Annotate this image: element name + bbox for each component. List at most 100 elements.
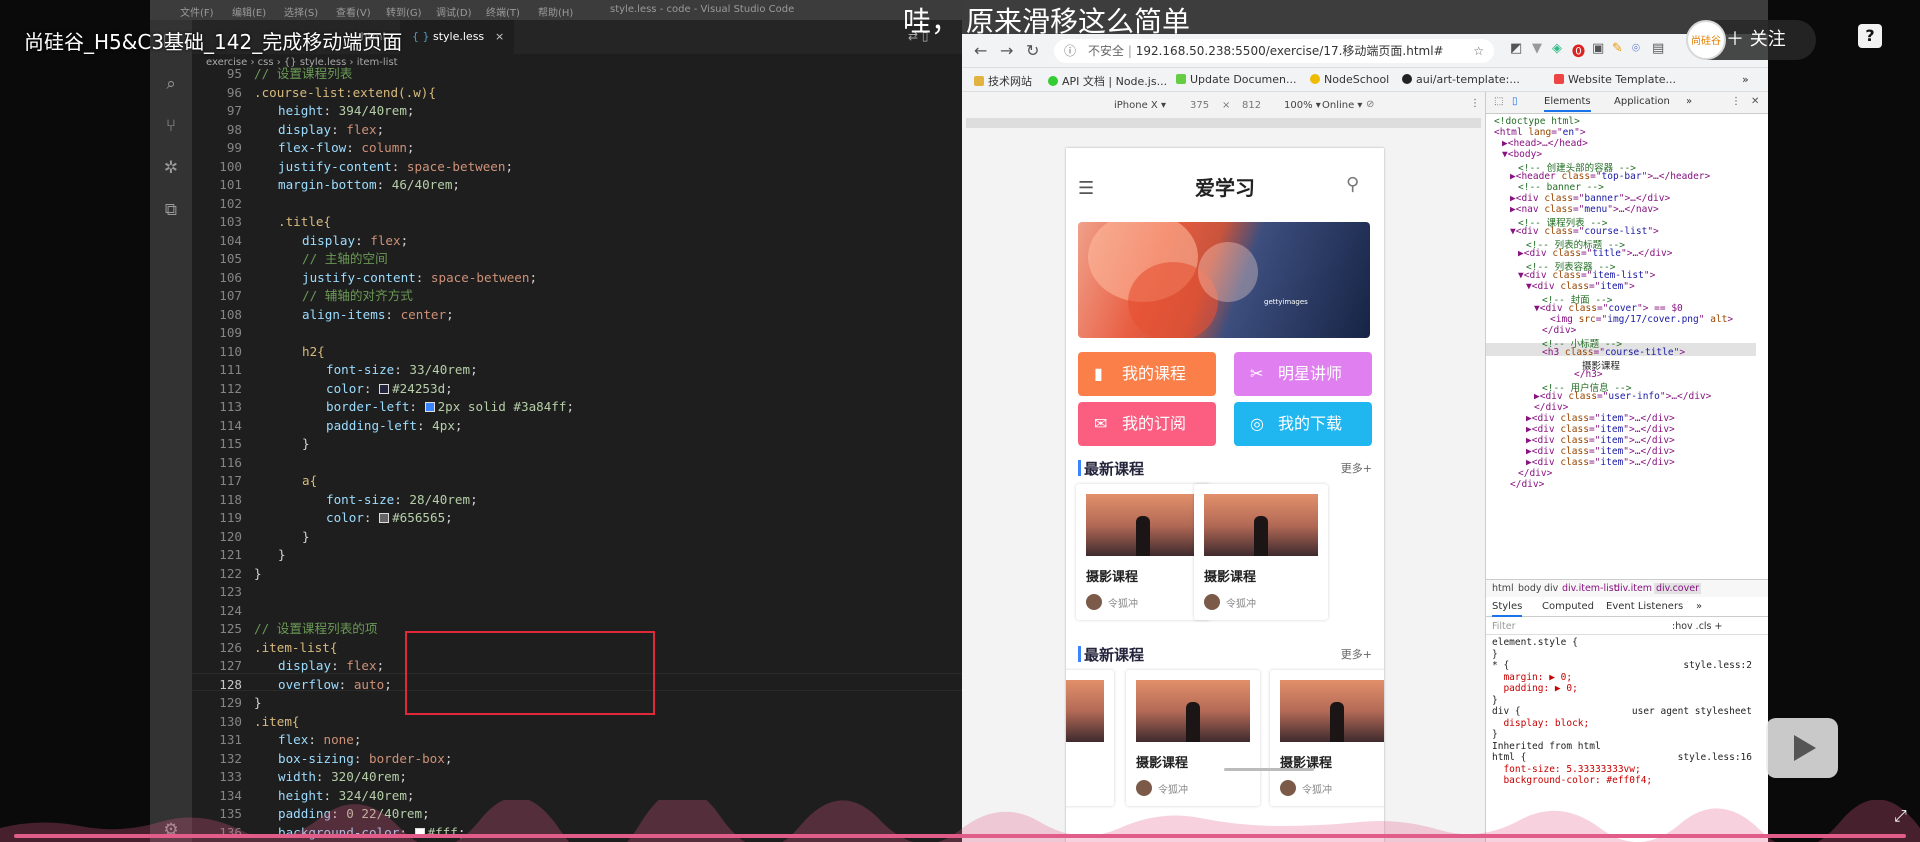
menu-terminal[interactable]: 终端(T) [486, 4, 520, 19]
tile-my-courses[interactable]: ▮ 我的课程 [1078, 352, 1216, 396]
dom-node[interactable]: ▶<div class="banner">…</div> [1510, 193, 1670, 204]
extension-icon[interactable]: ⓿ [1572, 41, 1585, 60]
search-icon[interactable]: ⌕ [161, 74, 181, 94]
reload-icon[interactable]: ↻ [1026, 41, 1039, 60]
crumb[interactable]: html [1492, 583, 1514, 594]
dom-node[interactable]: ▶<head>…</head> [1502, 138, 1588, 149]
dom-node[interactable]: </h3> [1574, 369, 1603, 380]
forward-icon[interactable]: → [1000, 41, 1013, 60]
star-icon[interactable]: ☆ [1473, 39, 1484, 63]
url-bar[interactable]: ⓘ 不安全 | 192.168.50.238:5500/exercise/17.… [1054, 39, 1494, 63]
back-icon[interactable]: ← [974, 41, 987, 60]
dom-node[interactable]: </div> [1542, 325, 1576, 336]
dom-node[interactable]: ▼<div class="cover"> == $0 [1534, 303, 1683, 314]
dom-node[interactable]: ▶<div class="item">…</div> [1526, 446, 1675, 457]
dom-node[interactable]: <!doctype html> [1494, 116, 1580, 127]
rotate-icon[interactable]: ⊘ [1366, 99, 1374, 110]
close-icon[interactable]: × [495, 20, 504, 54]
extension-icon[interactable]: ▼ [1532, 41, 1542, 56]
tab-styles[interactable]: Styles [1492, 601, 1523, 617]
banner-image[interactable]: gettyimages [1078, 222, 1370, 338]
extensions-icon[interactable]: ⧉ [161, 200, 181, 220]
dom-node[interactable]: ▶<div class="item">…</div> [1526, 424, 1675, 435]
crumb[interactable]: div [1544, 583, 1558, 594]
dom-node[interactable]: </div> [1534, 402, 1568, 413]
source-control-icon[interactable]: ⑂ [161, 116, 181, 136]
course-item[interactable]: 摄影课程 令狐冲 [1270, 670, 1384, 806]
course-item[interactable] [1066, 670, 1114, 806]
more-options-icon[interactable]: ⋮ [1470, 98, 1480, 109]
style-source-link[interactable]: style.less:2 [1683, 660, 1752, 671]
tab-style-less[interactable]: { } style.less × [400, 20, 515, 54]
more-bookmarks-icon[interactable]: » [1742, 73, 1749, 86]
device-width[interactable]: 375 [1190, 100, 1209, 111]
dom-node[interactable]: ▶<div class="user-info">…</div> [1534, 391, 1711, 402]
channel-avatar[interactable]: 尚硅谷 [1686, 20, 1726, 60]
menu-selection[interactable]: 选择(S) [284, 4, 318, 19]
inspect-icon[interactable]: ⬚ [1494, 96, 1503, 107]
dom-node[interactable]: ▶<div class="item">…</div> [1526, 457, 1675, 468]
crumb[interactable]: div.item-list [1562, 583, 1617, 594]
devtools-menu-icon[interactable]: ⋮ [1731, 96, 1741, 107]
dom-node[interactable]: ▼<body> [1502, 149, 1542, 160]
tile-star-teachers[interactable]: ✂ 明星讲师 [1234, 352, 1372, 396]
tab-elements[interactable]: Elements [1544, 96, 1591, 112]
tab-event-listeners[interactable]: Event Listeners [1606, 601, 1683, 612]
bookmark-item[interactable]: Update Documen... [1176, 73, 1297, 86]
tile-my-downloads[interactable]: ◎ 我的下载 [1234, 402, 1372, 446]
filter-tools[interactable]: :hov .cls + [1672, 621, 1723, 632]
tab-application[interactable]: Application [1614, 96, 1670, 107]
device-select[interactable]: iPhone X ▾ [1114, 100, 1166, 111]
dom-node[interactable]: <html lang="en"> [1494, 127, 1586, 138]
bookmark-item[interactable]: 技术网站 [974, 73, 1032, 89]
horizontal-scrollbar[interactable] [1224, 768, 1314, 771]
fullscreen-icon[interactable]: ⤢ [1894, 806, 1907, 826]
color-swatch[interactable] [379, 513, 390, 523]
color-swatch[interactable] [424, 402, 435, 412]
dom-node[interactable]: </div> [1518, 468, 1552, 479]
menu-debug[interactable]: 调试(D) [436, 4, 472, 19]
more-link[interactable]: 更多+ [1341, 460, 1372, 476]
crumb[interactable]: body [1518, 583, 1542, 594]
menu-edit[interactable]: 编辑(E) [232, 4, 266, 19]
code-editor[interactable]: 95 // 设置课程列表 96 .course-list:extend(.w){97 h… [192, 66, 962, 842]
network-select[interactable]: Online ▾ [1322, 100, 1362, 111]
extension-icon[interactable]: ⌾ [1632, 41, 1640, 56]
dom-node[interactable]: ▼<div class="course-list"> [1510, 226, 1659, 237]
bookmark-item[interactable]: aui/art-template:... [1402, 73, 1520, 86]
dom-node[interactable]: <img src="img/17/cover.png" alt> [1550, 314, 1733, 325]
style-source-link[interactable]: user agent stylesheet [1632, 706, 1752, 717]
tv-play-icon[interactable] [1766, 718, 1838, 778]
color-swatch[interactable] [379, 383, 390, 394]
bookmark-item[interactable]: API 文档 | Node.js... [1048, 73, 1167, 89]
dom-node[interactable]: ▶<div class="item">…</div> [1526, 413, 1675, 424]
info-icon[interactable]: ⓘ [1064, 39, 1076, 63]
dom-tree[interactable]: <!doctype html> <html lang="en"> ▶<head>…<… [1486, 116, 1756, 586]
extension-icon[interactable]: ▤ [1652, 41, 1664, 56]
style-source-link[interactable]: style.less:16 [1678, 752, 1752, 763]
video-progress-bar[interactable] [14, 834, 1906, 838]
filter-input[interactable]: Filter [1492, 621, 1516, 632]
dom-node[interactable]: ▼<div class="item-list"> [1518, 270, 1655, 281]
menu-file[interactable]: 文件(F) [180, 4, 214, 19]
zoom-select[interactable]: 100% ▾ [1284, 100, 1321, 111]
menu-goto[interactable]: 转到(G) [386, 4, 422, 19]
menu-help[interactable]: 帮助(H) [538, 4, 573, 19]
help-icon[interactable]: ? [1858, 24, 1882, 48]
course-item[interactable]: 摄影课程 令狐冲 [1076, 484, 1210, 620]
more-tabs[interactable]: » [1686, 96, 1692, 107]
course-item[interactable]: 摄影课程 令狐冲 [1126, 670, 1260, 806]
extension-icon[interactable]: ✎ [1612, 41, 1623, 56]
breadcrumb-item[interactable]: item-list [357, 57, 398, 68]
crumb[interactable]: div.item [1614, 583, 1652, 594]
course-item[interactable]: 摄影课程 令狐冲 [1194, 484, 1328, 620]
menu-view[interactable]: 查看(V) [336, 4, 371, 19]
device-height[interactable]: 812 [1242, 100, 1261, 111]
dom-node[interactable]: ▶<div class="title">…</div> [1518, 248, 1672, 259]
extension-icon[interactable]: ◩ [1510, 41, 1522, 56]
search-icon[interactable]: ⚲ [1346, 174, 1359, 195]
device-toggle-icon[interactable]: ▯ [1512, 96, 1518, 107]
styles-filter[interactable]: Filter :hov .cls + [1486, 617, 1768, 635]
debug-icon[interactable]: ✲ [161, 158, 181, 178]
dom-node[interactable]: ▶<header class="top-bar">…</header> [1510, 171, 1710, 182]
